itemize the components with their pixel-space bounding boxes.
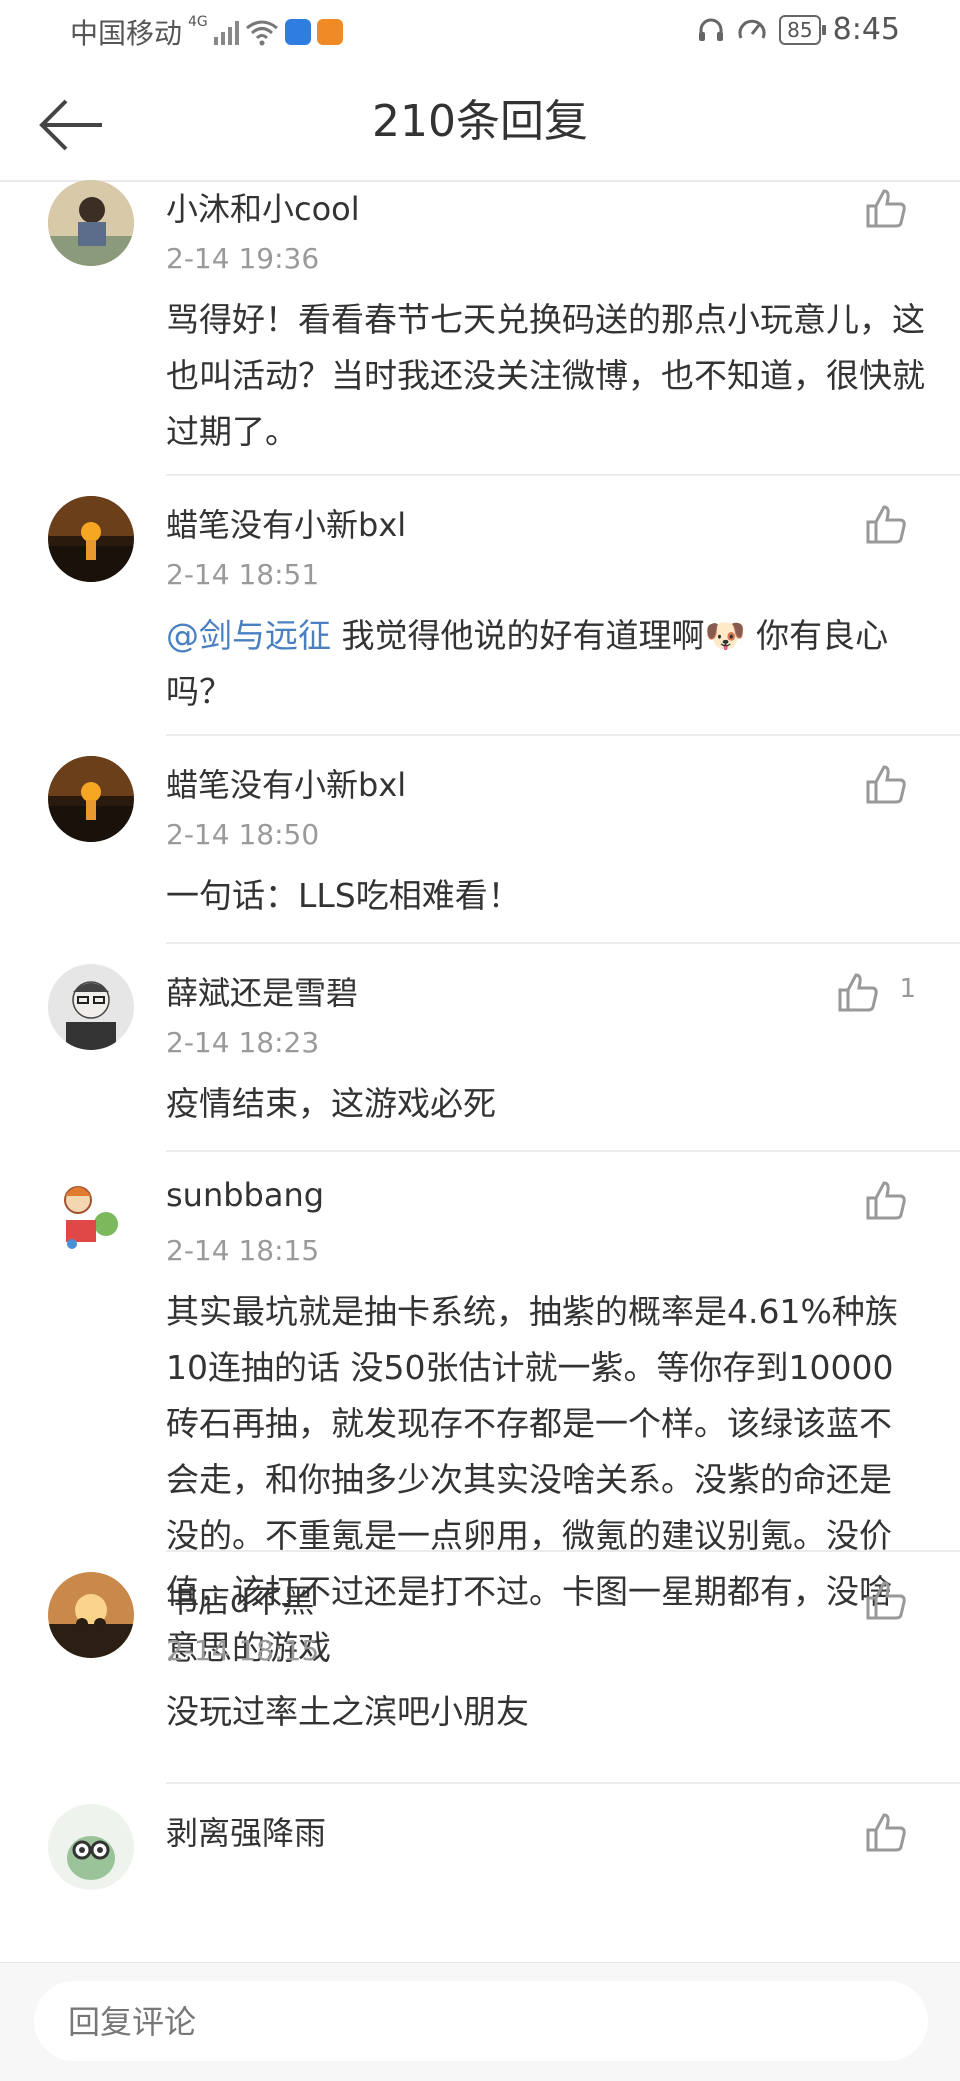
- doge-emoji-icon: 🐶: [704, 616, 746, 655]
- username[interactable]: 书店d不黑: [166, 1576, 314, 1622]
- comment-time: 2-14 18:23: [166, 1026, 320, 1059]
- top-nav-bar: 210条回复: [0, 64, 960, 182]
- username[interactable]: 蜡笔没有小新bxl: [166, 760, 406, 806]
- comment-time: 2-14 19:36: [166, 242, 320, 275]
- comment-item[interactable]: sunbbang 2-14 18:15 其实最坑就是抽卡系统，抽紫的概率是4.6…: [0, 1152, 960, 1667]
- comment-item[interactable]: 蜡笔没有小新bxl 2-14 18:50 一句话：LLS吃相难看！: [0, 736, 960, 944]
- clock: 8:45: [832, 12, 900, 47]
- status-right: 85 8:45: [697, 12, 900, 47]
- comment-text: 骂得好！看看春节七天兑换码送的那点小玩意儿，这也叫活动？当时我还没关注微博，也不…: [166, 300, 925, 451]
- signal-icon: [213, 19, 239, 45]
- speedometer-icon: [738, 19, 766, 39]
- wifi-icon: [245, 20, 278, 46]
- user-avatar[interactable]: [48, 1804, 134, 1890]
- user-avatar[interactable]: [48, 496, 134, 582]
- reply-input[interactable]: 回复评论: [34, 1981, 928, 2061]
- like-count: 1: [899, 974, 916, 1004]
- reply-bar: 回复评论: [0, 1962, 960, 2081]
- comment-item[interactable]: 剥离强降雨: [0, 1784, 960, 1962]
- comment-text: 没玩过率土之滨吧小朋友: [166, 1692, 529, 1731]
- username[interactable]: 蜡笔没有小新bxl: [166, 500, 406, 546]
- thumbs-up-icon[interactable]: [864, 1810, 908, 1854]
- comment-text: 疫情结束，这游戏必死: [166, 1084, 496, 1123]
- comment-time: 2-14 18:15: [166, 1234, 320, 1267]
- network-type: 4G: [188, 14, 208, 30]
- carrier-name: 中国移动: [70, 17, 183, 50]
- comment-time: 2-14 18:15: [166, 1634, 320, 1667]
- browser-app-icon: [316, 19, 343, 45]
- thumbs-up-icon[interactable]: [864, 1178, 908, 1222]
- comment-text-part: 我觉得他说的好有道理啊: [331, 616, 705, 655]
- page-title: 210条回复: [372, 96, 588, 147]
- battery-level: 85: [779, 14, 827, 45]
- comment-list[interactable]: 小沐和小cool 2-14 19:36 骂得好！看看春节七天兑换码送的那点小玩意…: [0, 180, 960, 1962]
- thumbs-up-icon[interactable]: [864, 186, 908, 230]
- username[interactable]: 小沐和小cool: [166, 184, 360, 230]
- username[interactable]: 薛斌还是雪碧: [166, 968, 358, 1014]
- mention-link[interactable]: @剑与远征: [166, 616, 331, 655]
- user-avatar[interactable]: [48, 964, 134, 1050]
- comment-item[interactable]: 薛斌还是雪碧 2-14 18:23 疫情结束，这游戏必死 1: [0, 944, 960, 1152]
- comment-text: 一句话：LLS吃相难看！: [166, 876, 521, 915]
- comment-item[interactable]: 书店d不黑 2-14 18:15 没玩过率土之滨吧小朋友: [0, 1552, 960, 1784]
- user-avatar[interactable]: [48, 180, 134, 266]
- comment-time: 2-14 18:50: [166, 818, 320, 851]
- thumbs-up-icon[interactable]: [864, 502, 908, 546]
- headphones-icon: [699, 18, 724, 41]
- comment-time: 2-14 18:51: [166, 558, 320, 591]
- comment-text: @剑与远征 我觉得他说的好有道理啊🐶 你有良心吗？: [166, 608, 926, 720]
- username[interactable]: 剥离强降雨: [166, 1808, 326, 1854]
- reply-placeholder: 回复评论: [68, 2003, 197, 2041]
- thumbs-up-icon[interactable]: [836, 970, 880, 1014]
- user-avatar[interactable]: [48, 1172, 134, 1258]
- username[interactable]: sunbbang: [166, 1176, 324, 1214]
- thumbs-up-icon[interactable]: [864, 1578, 908, 1622]
- thumbs-up-icon[interactable]: [864, 762, 908, 806]
- user-avatar[interactable]: [48, 1572, 134, 1658]
- status-left: 中国移动 4G: [70, 12, 343, 52]
- comment-item[interactable]: 蜡笔没有小新bxl 2-14 18:51 @剑与远征 我觉得他说的好有道理啊🐶 …: [0, 476, 960, 736]
- shield-app-icon: [284, 19, 311, 45]
- status-bar: 中国移动 4G 85 8:45: [0, 0, 960, 64]
- comment-item[interactable]: 小沐和小cool 2-14 19:36 骂得好！看看春节七天兑换码送的那点小玩意…: [0, 180, 960, 476]
- user-avatar[interactable]: [48, 756, 134, 842]
